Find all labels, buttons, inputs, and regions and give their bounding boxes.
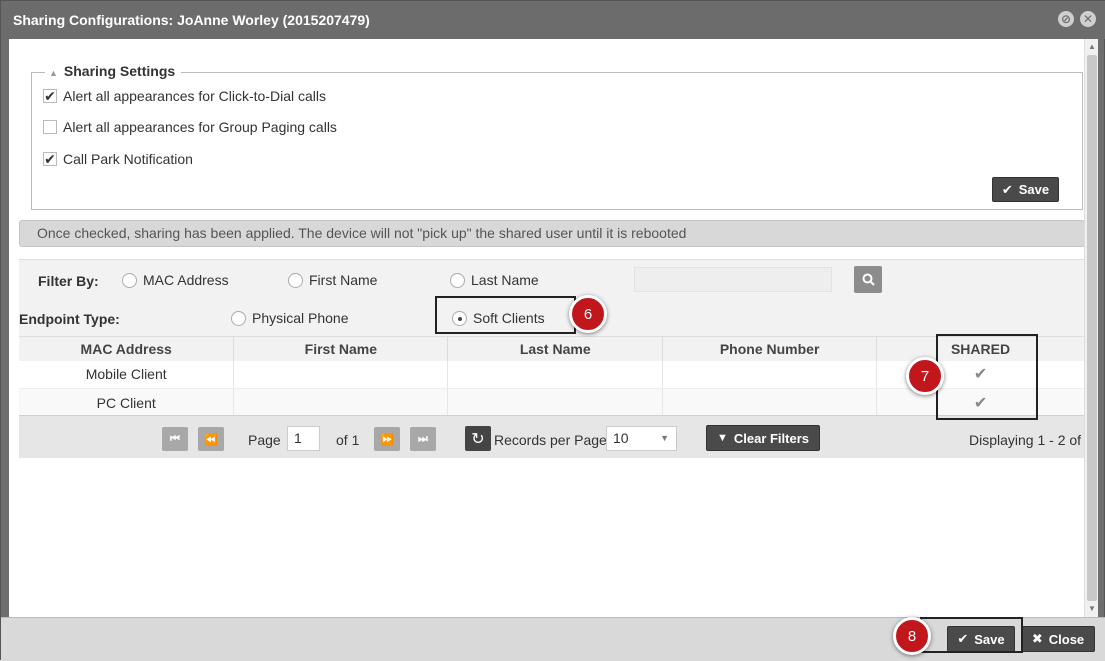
endpoint-type-label: Endpoint Type: (19, 311, 120, 327)
filter-icon: ▼ (716, 432, 728, 444)
highlight-footer-save (920, 617, 1023, 653)
filter-by-label: Filter By: (38, 273, 99, 289)
page-number-input[interactable]: 1 (287, 426, 320, 451)
filter-search-input[interactable] (634, 267, 832, 292)
filter-radio-last-name[interactable]: Last Name (450, 272, 539, 288)
records-per-page-label: Records per Page (494, 432, 607, 448)
filter-radio-mac[interactable]: MAC Address (122, 272, 229, 288)
sharing-save-button[interactable]: ✔ Save (992, 177, 1059, 202)
dialog-title: Sharing Configurations: JoAnne Worley (2… (13, 12, 370, 28)
option-label: Call Park Notification (63, 151, 193, 167)
previous-page-icon[interactable]: ⏪ (198, 427, 224, 451)
checkbox-group-paging[interactable] (43, 120, 57, 134)
radio-button[interactable] (231, 310, 246, 326)
page-label: Page (248, 432, 281, 448)
cell-last-name (447, 360, 664, 389)
scroll-down-icon[interactable]: ▼ (1085, 602, 1098, 616)
cell-phone (662, 388, 878, 417)
checkbox-click-to-dial[interactable]: ✔ (43, 89, 57, 103)
refresh-icon[interactable]: ↻ (465, 426, 491, 451)
sharing-notice: Once checked, sharing has been applied. … (19, 220, 1085, 247)
scroll-up-icon[interactable]: ▲ (1085, 40, 1098, 54)
col-last-name[interactable]: Last Name (447, 336, 664, 361)
option-label: Alert all appearances for Click-to-Dial … (63, 88, 326, 104)
col-mac-address[interactable]: MAC Address (19, 336, 235, 361)
minimize-icon[interactable]: ⊘ (1058, 11, 1074, 27)
checkbox-call-park[interactable]: ✔ (43, 152, 57, 166)
highlight-shared-column (936, 334, 1038, 420)
radio-button[interactable] (288, 272, 303, 288)
cell-first-name (233, 360, 449, 389)
option-label: Alert all appearances for Group Paging c… (63, 119, 337, 135)
sharing-settings-legend[interactable]: ▲ Sharing Settings (45, 63, 182, 79)
col-first-name[interactable]: First Name (233, 336, 449, 361)
chevron-down-icon: ▼ (660, 433, 669, 443)
search-button[interactable] (854, 266, 882, 293)
clear-filters-button[interactable]: ▼ Clear Filters (706, 425, 820, 451)
cell-phone (662, 360, 878, 389)
radio-button[interactable] (122, 272, 137, 288)
sharing-configurations-dialog: Sharing Configurations: JoAnne Worley (2… (0, 0, 1105, 661)
cell-mac: PC Client (19, 388, 235, 417)
collapse-triangle-icon[interactable]: ▲ (49, 68, 58, 78)
footer-close-button[interactable]: ✖ Close (1021, 626, 1095, 652)
endpoint-radio-physical-phone[interactable]: Physical Phone (231, 310, 349, 326)
close-x-icon: ✖ (1031, 631, 1043, 646)
displaying-count: Displaying 1 - 2 of 2 (969, 432, 1085, 448)
radio-button[interactable] (450, 272, 465, 288)
option-call-park[interactable]: ✔ Call Park Notification (43, 151, 193, 167)
dialog-content: ▲ Sharing Settings ✔ Alert all appearance… (9, 39, 1098, 617)
search-icon (862, 273, 875, 286)
cell-first-name (233, 388, 449, 417)
option-click-to-dial[interactable]: ✔ Alert all appearances for Click-to-Dia… (43, 88, 326, 104)
callout-8: 8 (893, 617, 931, 655)
dialog-titlebar: Sharing Configurations: JoAnne Worley (2… (1, 1, 1105, 39)
col-phone-number[interactable]: Phone Number (662, 336, 878, 361)
records-per-page-select[interactable]: 10 ▼ (606, 426, 677, 451)
check-icon: ✔ (1001, 181, 1013, 197)
page-of-label: of 1 (336, 432, 360, 448)
pagination-bar: ⏮ ⏪ Page 1 of 1 ⏩ ⏭ ↻ Records per Page 1… (19, 415, 1085, 458)
callout-6: 6 (569, 295, 607, 333)
next-page-icon[interactable]: ⏩ (374, 427, 400, 451)
cell-last-name (447, 388, 664, 417)
close-icon[interactable]: ✕ (1080, 11, 1096, 27)
last-page-icon[interactable]: ⏭ (410, 427, 436, 451)
scroll-thumb[interactable] (1087, 55, 1097, 601)
vertical-scrollbar[interactable]: ▲ ▼ (1084, 39, 1098, 617)
option-group-paging[interactable]: Alert all appearances for Group Paging c… (43, 119, 337, 135)
highlight-soft-clients (435, 296, 576, 334)
callout-7: 7 (906, 357, 944, 395)
first-page-icon[interactable]: ⏮ (162, 427, 188, 451)
filter-radio-first-name[interactable]: First Name (288, 272, 377, 288)
title-icons: ⊘ ✕ (1058, 11, 1096, 27)
cell-mac: Mobile Client (19, 360, 235, 389)
